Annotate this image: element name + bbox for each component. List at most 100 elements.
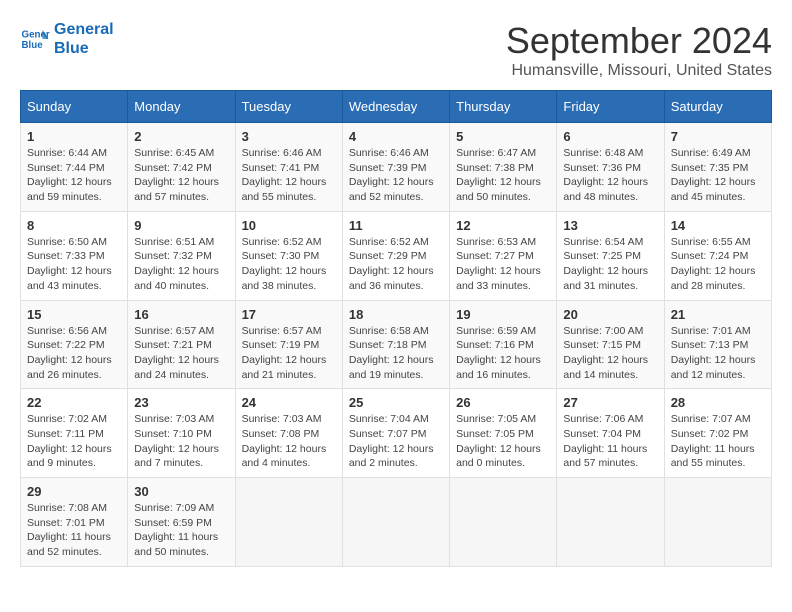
header-friday: Friday bbox=[557, 91, 664, 123]
calendar-cell: 11 Sunrise: 6:52 AM Sunset: 7:29 PM Dayli… bbox=[342, 211, 449, 300]
calendar-cell: 15 Sunrise: 6:56 AM Sunset: 7:22 PM Dayli… bbox=[21, 300, 128, 389]
day-info: Sunrise: 7:08 AM Sunset: 7:01 PM Dayligh… bbox=[27, 501, 121, 560]
calendar-cell bbox=[342, 478, 449, 567]
logo-text-general: General bbox=[54, 20, 114, 39]
calendar-cell bbox=[235, 478, 342, 567]
calendar-cell: 8Sunrise: 6:50 AM Sunset: 7:33 PM Daylig… bbox=[21, 211, 128, 300]
day-number: 2 bbox=[134, 129, 228, 144]
day-number: 3 bbox=[242, 129, 336, 144]
calendar-cell: 3 Sunrise: 6:46 AM Sunset: 7:41 PM Daylig… bbox=[235, 123, 342, 212]
calendar-cell: 9 Sunrise: 6:51 AM Sunset: 7:32 PM Daylig… bbox=[128, 211, 235, 300]
day-number: 11 bbox=[349, 218, 443, 233]
logo-icon: General Blue bbox=[20, 24, 50, 54]
day-number: 1 bbox=[27, 129, 121, 144]
day-number: 19 bbox=[456, 307, 550, 322]
day-info: Sunrise: 6:49 AM Sunset: 7:35 PM Dayligh… bbox=[671, 146, 765, 205]
day-number: 9 bbox=[134, 218, 228, 233]
day-number: 12 bbox=[456, 218, 550, 233]
calendar-cell: 5 Sunrise: 6:47 AM Sunset: 7:38 PM Daylig… bbox=[450, 123, 557, 212]
calendar-cell: 20Sunrise: 7:00 AM Sunset: 7:15 PM Dayli… bbox=[557, 300, 664, 389]
calendar-cell: 16 Sunrise: 6:57 AM Sunset: 7:21 PM Dayli… bbox=[128, 300, 235, 389]
calendar-header-row: SundayMondayTuesdayWednesdayThursdayFrid… bbox=[21, 91, 772, 123]
day-info: Sunrise: 6:51 AM Sunset: 7:32 PM Dayligh… bbox=[134, 235, 228, 294]
calendar-cell: 23 Sunrise: 7:03 AM Sunset: 7:10 PM Dayli… bbox=[128, 389, 235, 478]
calendar-cell: 27 Sunrise: 7:06 AM Sunset: 7:04 PM Dayli… bbox=[557, 389, 664, 478]
day-number: 6 bbox=[563, 129, 657, 144]
calendar-cell: 7Sunrise: 6:49 AM Sunset: 7:35 PM Daylig… bbox=[664, 123, 771, 212]
logo-text-blue: Blue bbox=[54, 39, 114, 58]
calendar-cell: 13 Sunrise: 6:54 AM Sunset: 7:25 PM Dayli… bbox=[557, 211, 664, 300]
day-info: Sunrise: 6:46 AM Sunset: 7:41 PM Dayligh… bbox=[242, 146, 336, 205]
week-row-4: 22 Sunrise: 7:02 AM Sunset: 7:11 PM Dayli… bbox=[21, 389, 772, 478]
day-number: 24 bbox=[242, 395, 336, 410]
day-number: 29 bbox=[27, 484, 121, 499]
day-number: 16 bbox=[134, 307, 228, 322]
day-info: Sunrise: 6:44 AM Sunset: 7:44 PM Dayligh… bbox=[27, 146, 121, 205]
day-number: 18 bbox=[349, 307, 443, 322]
header-tuesday: Tuesday bbox=[235, 91, 342, 123]
calendar-cell: 10 Sunrise: 6:52 AM Sunset: 7:30 PM Dayli… bbox=[235, 211, 342, 300]
day-number: 5 bbox=[456, 129, 550, 144]
header-thursday: Thursday bbox=[450, 91, 557, 123]
calendar-table: SundayMondayTuesdayWednesdayThursdayFrid… bbox=[20, 90, 772, 567]
day-number: 15 bbox=[27, 307, 121, 322]
calendar-cell bbox=[557, 478, 664, 567]
day-number: 10 bbox=[242, 218, 336, 233]
calendar-cell bbox=[450, 478, 557, 567]
calendar-cell: 12 Sunrise: 6:53 AM Sunset: 7:27 PM Dayli… bbox=[450, 211, 557, 300]
calendar-cell: 29 Sunrise: 7:08 AM Sunset: 7:01 PM Dayli… bbox=[21, 478, 128, 567]
day-info: Sunrise: 6:58 AM Sunset: 7:18 PM Dayligh… bbox=[349, 324, 443, 383]
day-info: Sunrise: 7:03 AM Sunset: 7:10 PM Dayligh… bbox=[134, 412, 228, 471]
month-title: September 2024 bbox=[506, 20, 772, 62]
day-info: Sunrise: 6:48 AM Sunset: 7:36 PM Dayligh… bbox=[563, 146, 657, 205]
calendar-cell: 19Sunrise: 6:59 AM Sunset: 7:16 PM Dayli… bbox=[450, 300, 557, 389]
calendar-cell bbox=[664, 478, 771, 567]
day-number: 26 bbox=[456, 395, 550, 410]
day-info: Sunrise: 6:45 AM Sunset: 7:42 PM Dayligh… bbox=[134, 146, 228, 205]
header-monday: Monday bbox=[128, 91, 235, 123]
day-info: Sunrise: 6:52 AM Sunset: 7:29 PM Dayligh… bbox=[349, 235, 443, 294]
calendar-cell: 17Sunrise: 6:57 AM Sunset: 7:19 PM Dayli… bbox=[235, 300, 342, 389]
day-info: Sunrise: 6:56 AM Sunset: 7:22 PM Dayligh… bbox=[27, 324, 121, 383]
day-number: 25 bbox=[349, 395, 443, 410]
day-info: Sunrise: 7:01 AM Sunset: 7:13 PM Dayligh… bbox=[671, 324, 765, 383]
day-info: Sunrise: 7:02 AM Sunset: 7:11 PM Dayligh… bbox=[27, 412, 121, 471]
day-info: Sunrise: 6:54 AM Sunset: 7:25 PM Dayligh… bbox=[563, 235, 657, 294]
day-info: Sunrise: 7:09 AM Sunset: 6:59 PM Dayligh… bbox=[134, 501, 228, 560]
week-row-3: 15 Sunrise: 6:56 AM Sunset: 7:22 PM Dayli… bbox=[21, 300, 772, 389]
calendar-cell: 6 Sunrise: 6:48 AM Sunset: 7:36 PM Daylig… bbox=[557, 123, 664, 212]
week-row-1: 1 Sunrise: 6:44 AM Sunset: 7:44 PM Daylig… bbox=[21, 123, 772, 212]
day-number: 14 bbox=[671, 218, 765, 233]
day-info: Sunrise: 6:47 AM Sunset: 7:38 PM Dayligh… bbox=[456, 146, 550, 205]
day-number: 27 bbox=[563, 395, 657, 410]
day-number: 30 bbox=[134, 484, 228, 499]
day-info: Sunrise: 6:53 AM Sunset: 7:27 PM Dayligh… bbox=[456, 235, 550, 294]
day-number: 22 bbox=[27, 395, 121, 410]
day-info: Sunrise: 6:57 AM Sunset: 7:21 PM Dayligh… bbox=[134, 324, 228, 383]
calendar-cell: 28 Sunrise: 7:07 AM Sunset: 7:02 PM Dayli… bbox=[664, 389, 771, 478]
calendar-cell: 25Sunrise: 7:04 AM Sunset: 7:07 PM Dayli… bbox=[342, 389, 449, 478]
calendar-cell: 2 Sunrise: 6:45 AM Sunset: 7:42 PM Daylig… bbox=[128, 123, 235, 212]
day-info: Sunrise: 7:06 AM Sunset: 7:04 PM Dayligh… bbox=[563, 412, 657, 471]
day-info: Sunrise: 7:00 AM Sunset: 7:15 PM Dayligh… bbox=[563, 324, 657, 383]
day-number: 13 bbox=[563, 218, 657, 233]
calendar-cell: 14 Sunrise: 6:55 AM Sunset: 7:24 PM Dayli… bbox=[664, 211, 771, 300]
location-title: Humansville, Missouri, United States bbox=[506, 62, 772, 80]
day-info: Sunrise: 6:55 AM Sunset: 7:24 PM Dayligh… bbox=[671, 235, 765, 294]
calendar-cell: 18 Sunrise: 6:58 AM Sunset: 7:18 PM Dayli… bbox=[342, 300, 449, 389]
page-header: General Blue General Blue September 2024… bbox=[20, 20, 772, 80]
calendar-cell: 26Sunrise: 7:05 AM Sunset: 7:05 PM Dayli… bbox=[450, 389, 557, 478]
header-saturday: Saturday bbox=[664, 91, 771, 123]
day-number: 17 bbox=[242, 307, 336, 322]
day-info: Sunrise: 6:52 AM Sunset: 7:30 PM Dayligh… bbox=[242, 235, 336, 294]
header-wednesday: Wednesday bbox=[342, 91, 449, 123]
day-number: 23 bbox=[134, 395, 228, 410]
calendar-cell: 24 Sunrise: 7:03 AM Sunset: 7:08 PM Dayli… bbox=[235, 389, 342, 478]
day-info: Sunrise: 7:07 AM Sunset: 7:02 PM Dayligh… bbox=[671, 412, 765, 471]
logo: General Blue General Blue bbox=[20, 20, 114, 58]
svg-text:Blue: Blue bbox=[22, 40, 44, 51]
day-info: Sunrise: 6:46 AM Sunset: 7:39 PM Dayligh… bbox=[349, 146, 443, 205]
week-row-2: 8Sunrise: 6:50 AM Sunset: 7:33 PM Daylig… bbox=[21, 211, 772, 300]
day-number: 28 bbox=[671, 395, 765, 410]
day-info: Sunrise: 7:03 AM Sunset: 7:08 PM Dayligh… bbox=[242, 412, 336, 471]
